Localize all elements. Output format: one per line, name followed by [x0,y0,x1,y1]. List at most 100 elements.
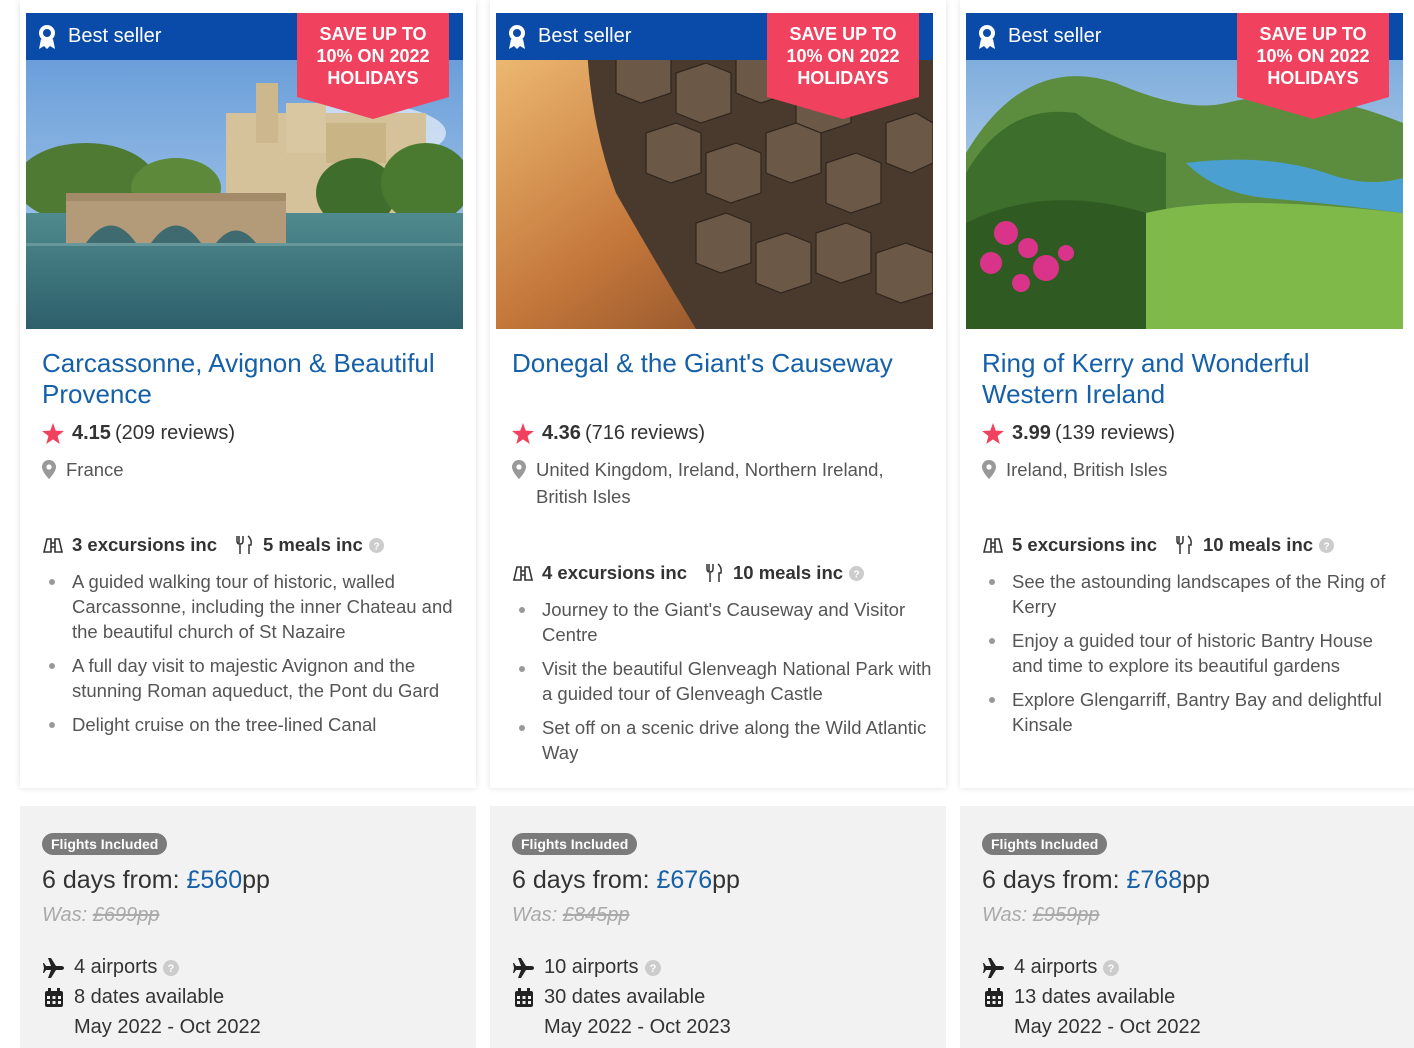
rating-score: 4.15 [72,422,111,444]
plane-icon [513,957,534,978]
location-text: France [66,459,124,480]
was-label: Was: [512,904,563,926]
dates-count: 13 dates available [1014,986,1176,1008]
help-icon[interactable]: ? [644,959,661,976]
tour-photo[interactable]: Best seller SAVE UP TO 10% ON 2022 HOLID… [966,13,1403,329]
meals-count: 5 meals inc [262,534,363,555]
holiday-card: Best seller SAVE UP TO 10% ON 2022 HOLID… [20,0,476,1048]
help-icon[interactable]: ? [849,565,865,581]
meals-count: 10 meals inc [732,562,844,583]
airports-info[interactable]: 4 airports ? [42,956,180,979]
award-ribbon-icon [979,24,995,49]
airports-count: 4 airports [1014,956,1098,978]
map-pin-icon [42,460,56,479]
promo-tag: SAVE UP TO 10% ON 2022 HOLIDAYS [1237,13,1389,119]
help-icon[interactable]: ? [368,537,384,553]
help-icon[interactable]: ? [1103,959,1120,976]
list-item: Journey to the Giant's Causeway and Visi… [519,597,932,647]
card-summary: Best seller SAVE UP TO 10% ON 2022 HOLID… [490,0,946,788]
was-price: £699pp [92,904,160,926]
excursions-count: 5 excursions inc [1012,534,1157,555]
promo-line-3: HOLIDAYS [1267,68,1359,88]
pricing-panel: Flights Included 6 days from: £560pp Was… [20,806,476,1048]
tour-title-link[interactable]: Ring of Kerry and Wonderful Western Irel… [982,348,1392,410]
dates-info[interactable]: 8 dates available [42,986,224,1009]
list-item: See the astounding landscapes of the Rin… [989,569,1402,619]
best-seller-label: Best seller [538,25,632,47]
binoculars-icon [42,538,64,553]
svg-text:?: ? [853,569,859,580]
tour-title-link[interactable]: Donegal & the Giant's Causeway [512,348,922,379]
airports-info[interactable]: 10 airports ? [512,956,661,979]
price-unit: pp [712,866,740,894]
was-price-line: Was: £699pp [42,904,160,927]
promo-line-2: 10% ON 2022 [316,46,430,66]
price-unit: pp [1182,866,1210,894]
best-seller-label: Best seller [68,25,162,47]
list-item: Enjoy a guided tour of historic Bantry H… [989,628,1402,678]
dates-count: 8 dates available [74,986,225,1008]
price-unit: pp [242,866,270,894]
svg-text:?: ? [1323,541,1329,552]
holiday-card: Best seller SAVE UP TO 10% ON 2022 HOLID… [960,0,1414,1048]
dates-count: 30 dates available [544,986,706,1008]
rating[interactable]: 4.15 (209 reviews) [42,422,235,445]
list-item: Visit the beautiful Glenveagh National P… [519,658,932,704]
svg-text:?: ? [1108,963,1115,975]
map-pin-icon [512,460,526,479]
promo-line-1: SAVE UP TO [789,24,897,44]
highlights-list: Journey to the Giant's Causeway and Visi… [519,597,932,774]
rating[interactable]: 4.36 (716 reviews) [512,422,705,445]
list-item: A guided walking tour of historic, walle… [49,569,462,644]
card-summary: Best seller SAVE UP TO 10% ON 2022 HOLID… [960,0,1414,788]
cutlery-icon [236,535,252,554]
binoculars-icon [982,538,1004,553]
was-price-line: Was: £959pp [982,904,1100,927]
was-price-line: Was: £845pp [512,904,630,927]
calendar-icon [985,988,1003,1007]
review-count: (209 reviews) [114,422,235,444]
calendar-icon [515,988,533,1007]
promo-line-2: 10% ON 2022 [1256,46,1370,66]
tour-photo[interactable]: Best seller SAVE UP TO 10% ON 2022 HOLID… [496,13,933,329]
date-range: May 2022 - Oct 2022 [74,1016,261,1038]
rating[interactable]: 3.99 (139 reviews) [982,422,1175,445]
award-ribbon-icon [39,24,55,49]
duration-text: 6 days from: [512,866,657,894]
tour-title-link[interactable]: Carcassonne, Avignon & Beautiful Provenc… [42,348,452,410]
price-line: 6 days from: £560pp [42,866,270,895]
was-label: Was: [42,904,93,926]
duration-text: 6 days from: [982,866,1127,894]
flights-included-badge: Flights Included [512,833,638,855]
tour-photo[interactable]: Best seller SAVE UP TO 10% ON 2022 HOLID… [26,13,463,329]
price-line: 6 days from: £768pp [982,866,1210,895]
pricing-panel: Flights Included 6 days from: £768pp Was… [960,806,1414,1048]
rating-score: 3.99 [1012,422,1051,444]
inclusions: 3 excursions inc 5 meals inc ? [42,534,384,556]
promo-line-3: HOLIDAYS [797,68,889,88]
svg-text:?: ? [373,541,379,552]
calendar-icon [45,988,63,1007]
map-pin-icon [982,460,996,479]
promo-line-2: 10% ON 2022 [786,46,900,66]
location: France [42,456,462,483]
holiday-card: Best seller SAVE UP TO 10% ON 2022 HOLID… [490,0,946,1048]
airports-info[interactable]: 4 airports ? [982,956,1120,979]
duration-text: 6 days from: [42,866,187,894]
best-seller-label: Best seller [1008,25,1102,47]
star-icon [982,423,1004,444]
help-icon[interactable]: ? [1319,537,1335,553]
inclusions: 4 excursions inc 10 meals inc ? [512,562,865,584]
help-icon[interactable]: ? [163,959,180,976]
cutlery-icon [1176,535,1192,554]
price: £560 [186,866,243,894]
review-count: (716 reviews) [584,422,705,444]
was-price: £845pp [562,904,630,926]
list-item: Explore Glengarriff, Bantry Bay and deli… [989,687,1402,737]
flights-included-badge: Flights Included [982,833,1108,855]
dates-info[interactable]: 13 dates available [982,986,1175,1009]
promo-tag: SAVE UP TO 10% ON 2022 HOLIDAYS [767,13,919,119]
airports-count: 4 airports [74,956,158,978]
airports-count: 10 airports [544,956,639,978]
dates-info[interactable]: 30 dates available [512,986,705,1009]
